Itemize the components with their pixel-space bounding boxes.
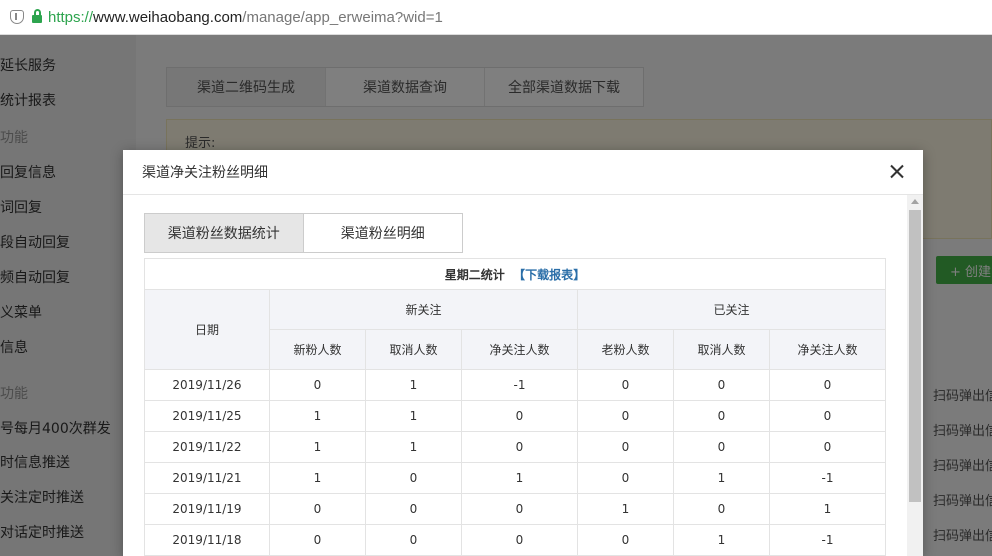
value-cell: 0	[577, 369, 674, 401]
value-cell: 0	[269, 369, 366, 401]
column-header: 老粉人数	[577, 329, 674, 370]
table-row: 2019/11/18 0 0 0 0 1 -1	[144, 524, 886, 556]
stats-table: 星期二统计 【下载报表】 日期 新关注 已关注 新粉人数 取消人数 净关注人数 老粉人…	[144, 258, 886, 556]
value-cell: 0	[577, 431, 674, 463]
value-cell: 1	[269, 462, 366, 494]
tab-fans-detail[interactable]: 渠道粉丝明细	[303, 214, 462, 252]
value-cell: 0	[365, 493, 462, 525]
value-cell: -1	[461, 369, 578, 401]
value-cell: 1	[673, 524, 770, 556]
value-cell: 1	[365, 431, 462, 463]
value-cell: 0	[461, 493, 578, 525]
value-cell: 0	[673, 400, 770, 432]
url-host: www.weihaobang.com	[93, 8, 243, 26]
url-text[interactable]: https://www.weihaobang.com/manage/app_er…	[48, 9, 443, 26]
value-cell: 0	[673, 493, 770, 525]
value-cell: 0	[461, 400, 578, 432]
url-scheme: https://	[48, 8, 94, 26]
date-cell: 2019/11/21	[144, 462, 270, 494]
date-cell: 2019/11/19	[144, 493, 270, 525]
shield-icon[interactable]	[10, 10, 24, 24]
value-cell: 0	[461, 524, 578, 556]
modal-body: 渠道粉丝数据统计 渠道粉丝明细 星期二统计 【下载报表】 日期 新关注 已关注 …	[123, 195, 907, 556]
column-header: 取消人数	[673, 329, 770, 370]
value-cell: 0	[769, 431, 886, 463]
fans-detail-modal: 渠道净关注粉丝明细 渠道粉丝数据统计 渠道粉丝明细 星期二统计 【下载报表】 日…	[123, 150, 923, 556]
value-cell: 0	[673, 431, 770, 463]
table-row: 2019/11/19 0 0 0 1 0 1	[144, 493, 886, 525]
address-bar[interactable]: https://www.weihaobang.com/manage/app_er…	[0, 0, 992, 35]
scroll-up-icon[interactable]	[911, 199, 919, 204]
value-cell: -1	[769, 524, 886, 556]
modal-title: 渠道净关注粉丝明细	[142, 165, 268, 181]
table-row: 2019/11/21 1 0 1 0 1 -1	[144, 462, 886, 494]
column-header: 取消人数	[365, 329, 462, 370]
value-cell: 1	[673, 462, 770, 494]
value-cell: 0	[769, 369, 886, 401]
table-row: 2019/11/22 1 1 0 0 0 0	[144, 431, 886, 463]
value-cell: 0	[461, 431, 578, 463]
table-caption: 星期二统计 【下载报表】	[144, 258, 886, 290]
download-report-link[interactable]: 下载报表	[525, 268, 573, 282]
value-cell: 0	[673, 369, 770, 401]
value-cell: 0	[577, 400, 674, 432]
value-cell: 0	[365, 462, 462, 494]
caption-text: 星期二统计	[444, 267, 505, 282]
value-cell: 1	[269, 400, 366, 432]
value-cell: 1	[577, 493, 674, 525]
value-cell: 1	[461, 462, 578, 494]
value-cell: 0	[577, 524, 674, 556]
modal-scrollbar[interactable]	[907, 195, 923, 556]
column-header: 新粉人数	[269, 329, 366, 370]
value-cell: 0	[769, 400, 886, 432]
value-cell: -1	[769, 462, 886, 494]
table-row: 2019/11/25 1 1 0 0 0 0	[144, 400, 886, 432]
date-cell: 2019/11/25	[144, 400, 270, 432]
close-icon[interactable]	[887, 162, 907, 182]
value-cell: 0	[577, 462, 674, 494]
lock-icon	[32, 9, 42, 23]
value-cell: 0	[365, 524, 462, 556]
group-header-new: 新关注	[269, 289, 578, 330]
column-header: 净关注人数	[461, 329, 578, 370]
scrollbar-thumb[interactable]	[909, 210, 921, 502]
modal-header: 渠道净关注粉丝明细	[123, 150, 923, 195]
tab-fans-stats[interactable]: 渠道粉丝数据统计	[145, 214, 304, 252]
modal-tabs: 渠道粉丝数据统计 渠道粉丝明细	[144, 213, 463, 253]
date-header: 日期	[144, 289, 270, 370]
value-cell: 0	[269, 493, 366, 525]
value-cell: 1	[365, 369, 462, 401]
date-cell: 2019/11/18	[144, 524, 270, 556]
group-header-existing: 已关注	[577, 289, 886, 330]
url-path: /manage/app_erweima?wid=1	[242, 8, 443, 26]
value-cell: 1	[769, 493, 886, 525]
value-cell: 1	[269, 431, 366, 463]
table-row: 2019/11/26 0 1 -1 0 0 0	[144, 369, 886, 401]
column-header: 净关注人数	[769, 329, 886, 370]
date-cell: 2019/11/22	[144, 431, 270, 463]
value-cell: 0	[269, 524, 366, 556]
date-cell: 2019/11/26	[144, 369, 270, 401]
value-cell: 1	[365, 400, 462, 432]
